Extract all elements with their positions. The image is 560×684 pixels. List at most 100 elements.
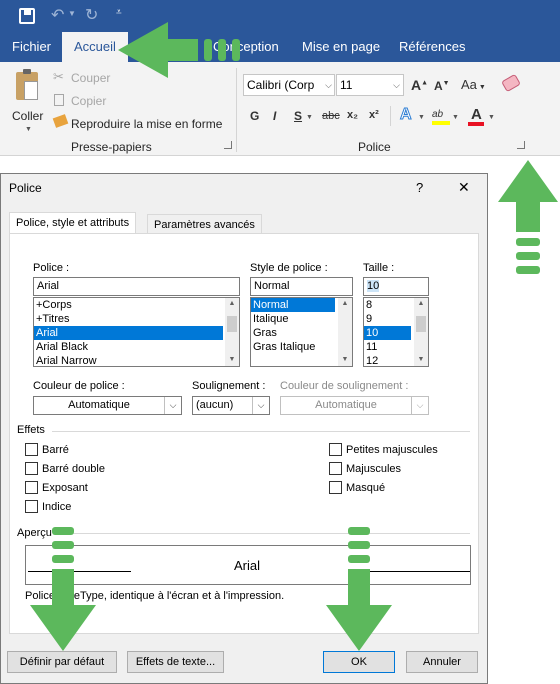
- cancel-button[interactable]: Annuler: [406, 651, 478, 673]
- italic-button[interactable]: I: [273, 109, 276, 123]
- font-dialog-launcher-icon[interactable]: [517, 141, 525, 149]
- text-effects-dialog-label: Effets de texte...: [135, 656, 216, 668]
- clipboard-icon: [16, 69, 38, 100]
- checkbox-petites-majuscules[interactable]: [329, 443, 342, 456]
- arrow-left-icon: [118, 22, 240, 78]
- ok-button[interactable]: OK: [323, 651, 395, 673]
- text-effects-dialog-button[interactable]: Effets de texte...: [127, 651, 224, 673]
- customize-qat-icon[interactable]: ⩡: [116, 7, 122, 18]
- close-icon[interactable]: ✕: [458, 179, 470, 196]
- font-size-input[interactable]: 10: [363, 277, 429, 296]
- font-name-input-value: Arial: [37, 280, 60, 292]
- checkbox-label: Masqué: [346, 482, 386, 494]
- ok-label: OK: [351, 656, 367, 668]
- checkbox-majuscules[interactable]: [329, 462, 342, 475]
- list-item[interactable]: 10: [364, 326, 411, 340]
- bold-button[interactable]: G: [250, 109, 259, 123]
- tab-mise-en-page[interactable]: Mise en page: [302, 32, 380, 62]
- font-name-value: Calibri (Corp: [247, 78, 315, 92]
- tab-fichier[interactable]: Fichier: [12, 32, 51, 62]
- font-style-input[interactable]: Normal: [250, 277, 353, 296]
- shrink-font-button[interactable]: A▼: [434, 79, 450, 93]
- font-color-select[interactable]: Automatique ⌵: [33, 396, 182, 415]
- scroll-thumb[interactable]: [227, 316, 237, 332]
- format-painter-button[interactable]: Reproduire la mise en forme: [71, 117, 222, 131]
- scroll-down-icon[interactable]: ▼: [414, 354, 428, 366]
- checkbox-indice[interactable]: [25, 500, 38, 513]
- list-item[interactable]: Arial: [34, 326, 223, 340]
- checkbox-masque[interactable]: [329, 481, 342, 494]
- chevron-down-icon: ⌵: [411, 397, 428, 414]
- underline-dropdown-icon[interactable]: ▼: [306, 114, 313, 121]
- font-name-combo[interactable]: Calibri (Corp ⌵: [243, 74, 335, 96]
- scroll-down-icon[interactable]: ▼: [225, 354, 239, 366]
- scrollbar[interactable]: ▲ ▼: [225, 298, 239, 366]
- scroll-up-icon[interactable]: ▲: [414, 298, 428, 310]
- undo-dropdown-icon[interactable]: ▼: [68, 9, 76, 18]
- clipboard-dialog-launcher-icon[interactable]: [224, 141, 232, 149]
- list-item[interactable]: +Titres: [34, 312, 239, 326]
- list-item[interactable]: Arial Narrow: [34, 354, 239, 366]
- preview-text: Arial: [234, 558, 261, 573]
- arrow-down-icon: [326, 527, 392, 651]
- highlight-button[interactable]: ab: [432, 106, 450, 126]
- font-color-label: Couleur de police :: [33, 380, 125, 392]
- superscript-button[interactable]: x²: [369, 109, 379, 121]
- divider: [56, 533, 470, 534]
- tab-references[interactable]: Références: [399, 32, 465, 62]
- font-color-label: A: [471, 106, 482, 123]
- checkbox-label: Petites majuscules: [346, 444, 438, 456]
- font-color-button[interactable]: A: [468, 106, 484, 126]
- list-item[interactable]: Normal: [251, 298, 335, 312]
- list-item[interactable]: Italique: [251, 312, 352, 326]
- ribbon: Coller ▼ ✂ Couper Copier Reproduire la m…: [0, 62, 560, 156]
- grow-font-button[interactable]: A▲: [411, 77, 428, 93]
- checkbox-barre[interactable]: [25, 443, 38, 456]
- underline-select[interactable]: (aucun) ⌵: [192, 396, 270, 415]
- checkbox-label: Barré double: [42, 463, 105, 475]
- chevron-down-icon: ⌵: [325, 80, 332, 90]
- font-name-list[interactable]: +Corps +Titres Arial Arial Black Arial N…: [33, 297, 240, 367]
- copy-icon: [54, 94, 64, 106]
- font-color-dropdown-icon[interactable]: ▼: [488, 114, 495, 121]
- paste-button[interactable]: Coller ▼: [10, 68, 48, 136]
- quick-access-toolbar: ↶ ▼ ↻ ⩡: [0, 0, 560, 32]
- subscript-button[interactable]: x₂: [347, 109, 358, 121]
- list-item[interactable]: Arial Black: [34, 340, 239, 354]
- checkbox-exposant[interactable]: [25, 481, 38, 494]
- text-effects-dropdown-icon[interactable]: ▼: [418, 114, 425, 121]
- copy-button[interactable]: Copier: [71, 94, 106, 108]
- list-item[interactable]: +Corps: [34, 298, 239, 312]
- checkbox-label: Barré: [42, 444, 69, 456]
- underline-button[interactable]: S: [294, 109, 302, 123]
- change-case-button[interactable]: Aa ▼: [461, 77, 486, 92]
- checkbox-barre-double[interactable]: [25, 462, 38, 475]
- strikethrough-button[interactable]: abc: [322, 110, 340, 122]
- text-effects-button[interactable]: A: [400, 106, 413, 124]
- redo-icon[interactable]: ↻: [85, 5, 98, 25]
- font-style-list[interactable]: Normal Italique Gras Gras Italique ▲ ▼: [250, 297, 353, 367]
- scrollbar[interactable]: ▲ ▼: [414, 298, 428, 366]
- font-size-combo[interactable]: 11 ⌵: [336, 74, 404, 96]
- underline-color-select-value: Automatique: [315, 399, 377, 411]
- cut-button[interactable]: Couper: [71, 71, 110, 85]
- highlight-dropdown-icon[interactable]: ▼: [452, 114, 459, 121]
- scroll-up-icon[interactable]: ▲: [225, 298, 239, 310]
- undo-icon[interactable]: ↶: [51, 5, 64, 25]
- scroll-up-icon[interactable]: ▲: [338, 298, 352, 310]
- set-default-button[interactable]: Définir par défaut: [7, 651, 117, 673]
- list-item[interactable]: Gras: [251, 326, 352, 340]
- checkbox-label: Exposant: [42, 482, 88, 494]
- help-button[interactable]: ?: [416, 180, 423, 195]
- list-item[interactable]: Gras Italique: [251, 340, 352, 354]
- font-size-list[interactable]: 8 9 10 11 12 ▲ ▼: [363, 297, 429, 367]
- scrollbar[interactable]: ▲ ▼: [338, 298, 352, 366]
- tab-font-style-attributes[interactable]: Police, style et attributs: [9, 212, 137, 234]
- scroll-down-icon[interactable]: ▼: [338, 354, 352, 366]
- scroll-thumb[interactable]: [416, 316, 426, 332]
- arrow-up-icon: [498, 160, 558, 274]
- save-icon[interactable]: [19, 8, 35, 24]
- group-separator: [236, 68, 237, 152]
- clear-formatting-icon[interactable]: [501, 73, 521, 93]
- font-name-input[interactable]: Arial: [33, 277, 240, 296]
